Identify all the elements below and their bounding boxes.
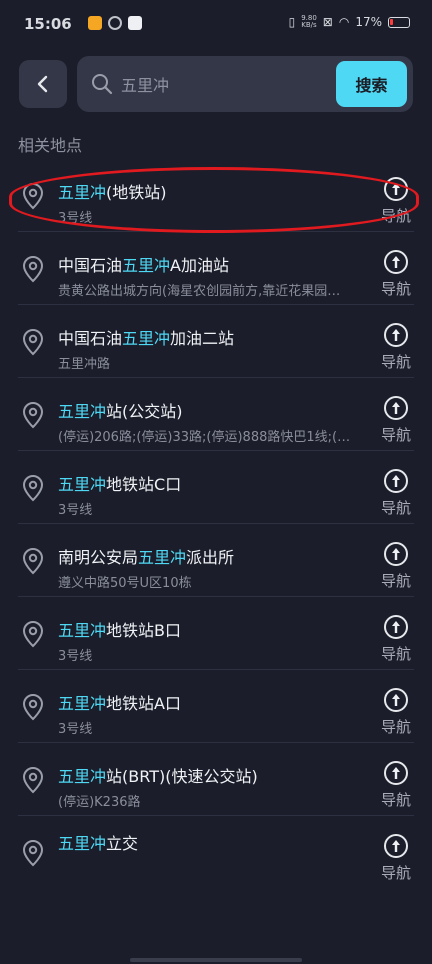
place-address: 3号线 xyxy=(58,503,93,518)
list-item[interactable]: 五里冲地铁站C口 3号线 导航 xyxy=(18,451,414,524)
place-name: 五里冲地铁站A口 xyxy=(58,694,181,713)
navigate-button[interactable]: 导航 xyxy=(378,615,414,664)
location-pin-icon xyxy=(22,839,44,867)
location-pin-icon xyxy=(22,474,44,502)
navigate-arrow-icon xyxy=(384,688,408,712)
navigate-button[interactable]: 导航 xyxy=(378,323,414,372)
section-title: 相关地点 xyxy=(18,136,83,155)
navigate-label: 导航 xyxy=(380,572,411,590)
place-name: 南明公安局五里冲派出所 xyxy=(58,548,235,567)
navigate-button[interactable]: 导航 xyxy=(378,250,414,299)
navigate-arrow-icon xyxy=(384,177,408,201)
list-item[interactable]: 五里冲地铁站A口 3号线 导航 xyxy=(18,670,414,743)
navigate-arrow-icon xyxy=(384,323,408,347)
sim-icon: ⊠ xyxy=(322,15,333,29)
link-icon xyxy=(108,16,122,30)
network-speed: 9.80 KB/s xyxy=(301,14,317,29)
location-pin-icon xyxy=(22,547,44,575)
place-address: (停运)206路;(停运)33路;(停运)888路快巴1线;(… xyxy=(58,430,351,445)
navigate-label: 导航 xyxy=(380,791,411,809)
location-pin-icon xyxy=(22,182,44,210)
search-bar: 搜索 xyxy=(77,56,413,112)
navigate-arrow-icon xyxy=(384,250,408,274)
navigate-label: 导航 xyxy=(380,499,411,517)
navigate-label: 导航 xyxy=(380,718,411,736)
list-item[interactable]: 南明公安局五里冲派出所 遵义中路50号U区10栋 导航 xyxy=(18,524,414,597)
navigate-arrow-icon xyxy=(384,761,408,785)
place-address: 遵义中路50号U区10栋 xyxy=(58,576,192,591)
chevron-left-icon xyxy=(37,75,48,93)
place-name: 中国石油五里冲加油二站 xyxy=(58,329,235,348)
list-item[interactable]: 五里冲站(公交站) (停运)206路;(停运)33路;(停运)888路快巴1线;… xyxy=(18,378,414,451)
navigate-arrow-icon xyxy=(384,469,408,493)
navigate-button[interactable]: 导航 xyxy=(378,761,414,810)
place-name: 五里冲站(公交站) xyxy=(58,402,183,421)
navigate-arrow-icon xyxy=(384,396,408,420)
location-pin-icon xyxy=(22,620,44,648)
place-address: 3号线 xyxy=(58,722,93,737)
place-name: 中国石油五里冲A加油站 xyxy=(58,256,229,275)
status-time: 15:06 xyxy=(24,15,72,33)
status-bar: 15:06 ▯ 9.80 KB/s ⊠ ◠ 17% xyxy=(0,0,432,50)
vibrate-icon: ▯ xyxy=(288,15,296,29)
navigate-label: 导航 xyxy=(380,864,411,882)
navigate-button[interactable]: 导航 xyxy=(378,177,414,226)
list-item[interactable]: 五里冲地铁站B口 3号线 导航 xyxy=(18,597,414,670)
location-pin-icon xyxy=(22,255,44,283)
place-name: 五里冲站(BRT)(快速公交站) xyxy=(58,767,258,786)
navigate-arrow-icon xyxy=(384,542,408,566)
navigate-arrow-icon xyxy=(384,834,408,858)
location-pin-icon xyxy=(22,766,44,794)
place-name: 五里冲(地铁站) xyxy=(58,183,167,202)
place-address: 贵黄公路出城方向(海星农创园前方,靠近花果园… xyxy=(58,284,341,299)
list-item[interactable]: 五里冲立交 导航 xyxy=(18,816,414,888)
navigate-button[interactable]: 导航 xyxy=(378,469,414,518)
navigate-button[interactable]: 导航 xyxy=(378,688,414,737)
navigate-label: 导航 xyxy=(380,426,411,444)
list-item[interactable]: 中国石油五里冲A加油站 贵黄公路出城方向(海星农创园前方,靠近花果园… 导航 xyxy=(18,232,414,305)
battery-icon xyxy=(388,16,410,28)
navigate-label: 导航 xyxy=(380,207,411,225)
search-input[interactable] xyxy=(119,70,353,100)
navigate-label: 导航 xyxy=(380,280,411,298)
search-button[interactable]: 搜索 xyxy=(336,61,407,107)
place-address: 3号线 xyxy=(58,211,93,226)
battery-percent: 17% xyxy=(355,15,382,29)
location-pin-icon xyxy=(22,401,44,429)
status-right: ▯ 9.80 KB/s ⊠ ◠ 17% xyxy=(289,15,410,29)
list-item[interactable]: 五里冲(地铁站) 3号线 导航 xyxy=(18,159,414,232)
result-list: 五里冲(地铁站) 3号线 导航 中国石油五里冲A加油站 贵黄公路出城方向(海星农… xyxy=(0,159,432,888)
search-icon xyxy=(92,74,113,95)
navigate-label: 导航 xyxy=(380,353,411,371)
location-pin-icon xyxy=(22,328,44,356)
place-name: 五里冲地铁站B口 xyxy=(58,621,181,640)
place-name: 五里冲立交 xyxy=(58,834,139,853)
list-item[interactable]: 五里冲站(BRT)(快速公交站) (停运)K236路 导航 xyxy=(18,743,414,816)
place-name: 五里冲地铁站C口 xyxy=(58,475,182,494)
place-address: (停运)K236路 xyxy=(58,795,141,810)
navigate-arrow-icon xyxy=(384,615,408,639)
home-indicator[interactable] xyxy=(130,958,302,962)
notification-icons xyxy=(88,16,142,30)
back-button[interactable] xyxy=(19,60,67,108)
navigate-label: 导航 xyxy=(380,645,411,663)
navigate-button[interactable]: 导航 xyxy=(378,542,414,591)
place-address: 五里冲路 xyxy=(58,357,111,372)
navigate-button[interactable]: 导航 xyxy=(378,396,414,445)
list-item[interactable]: 中国石油五里冲加油二站 五里冲路 导航 xyxy=(18,305,414,378)
wifi-icon: ◠ xyxy=(338,15,350,29)
tiktok-icon xyxy=(128,16,142,30)
location-pin-icon xyxy=(22,693,44,721)
place-address: 3号线 xyxy=(58,649,93,664)
weibo-icon xyxy=(88,16,102,30)
navigate-button[interactable]: 导航 xyxy=(378,834,414,883)
